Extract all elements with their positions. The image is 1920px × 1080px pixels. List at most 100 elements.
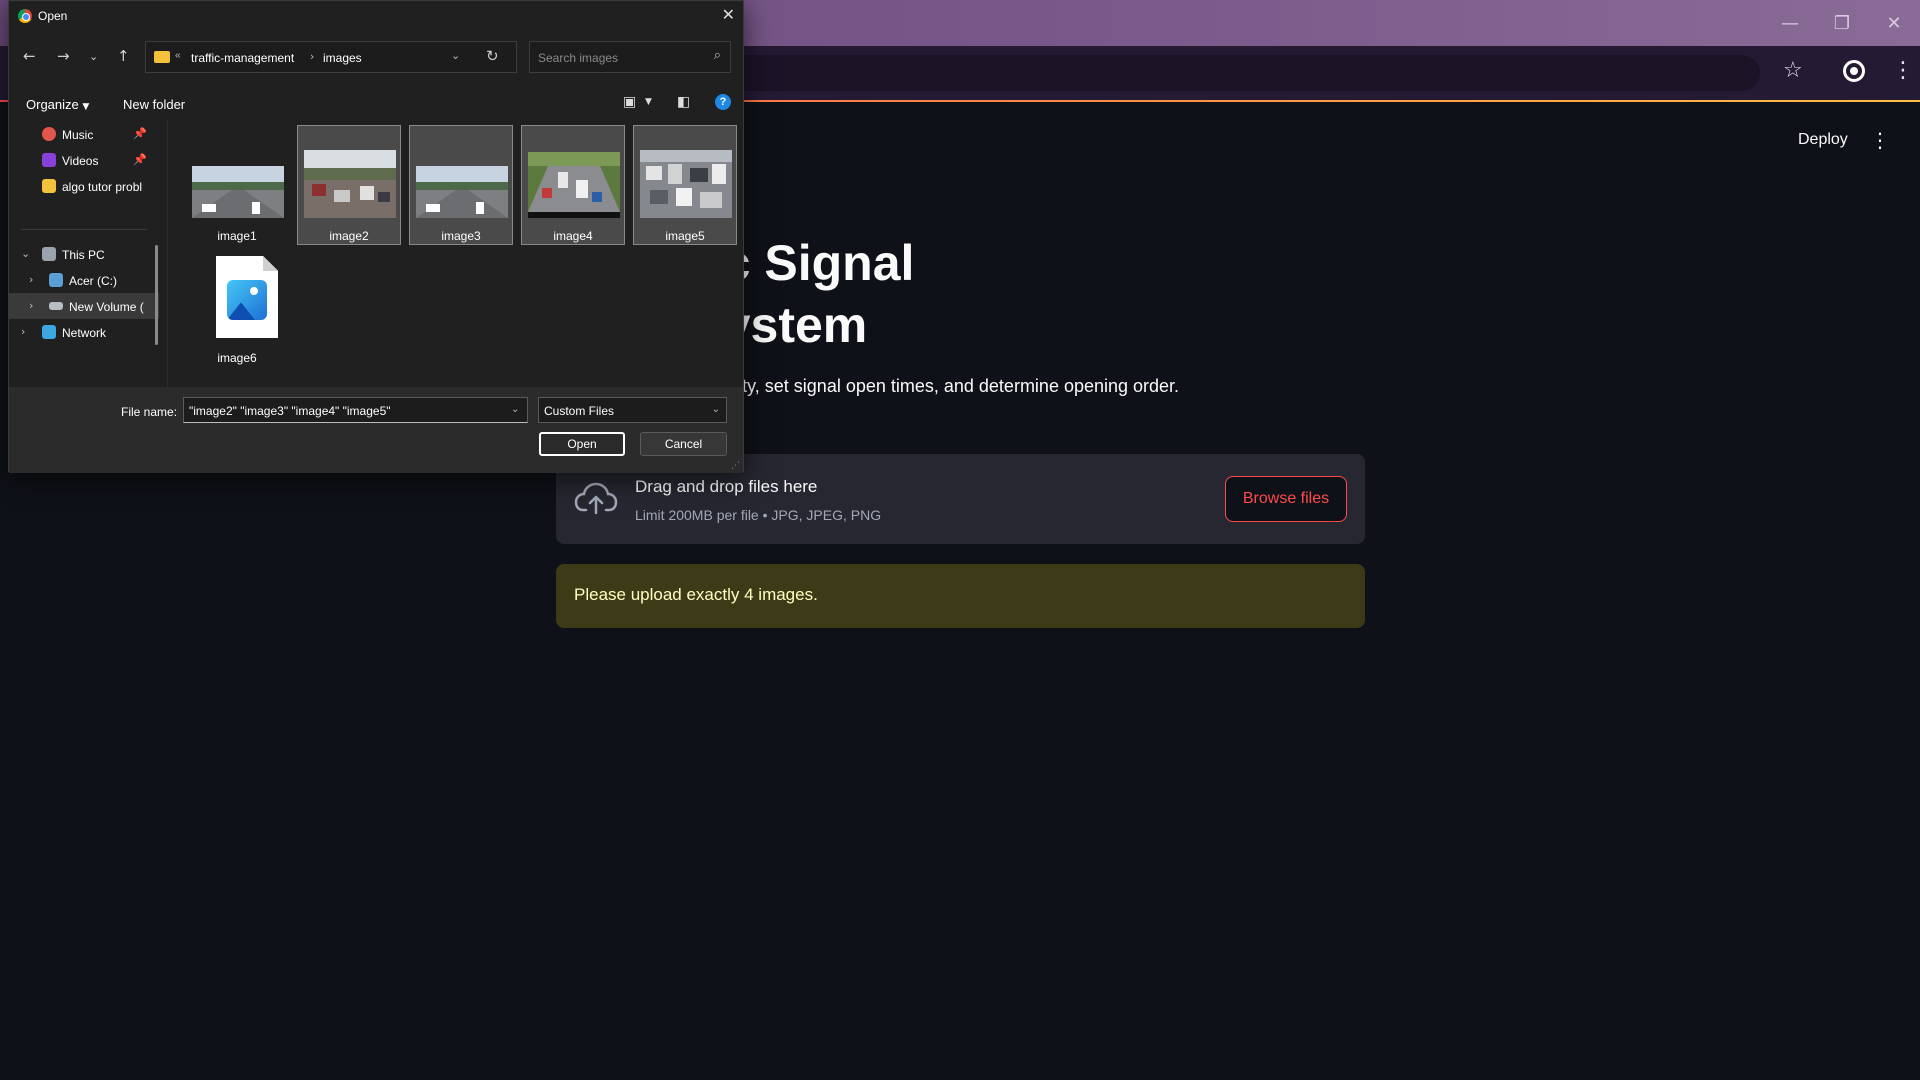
kebab-menu-icon[interactable]: ⋮ [1892,58,1914,83]
videos-icon [42,153,56,167]
file-item-image4[interactable]: image4 [521,125,625,245]
back-arrow-icon[interactable]: ← [23,47,36,65]
extension-icon[interactable] [1843,60,1865,82]
collapsed-chevron-icon[interactable]: › [21,325,25,338]
sidebar-item-label: Videos [62,154,99,168]
folder-icon [154,51,170,63]
sidebar-divider [21,229,147,230]
file-name-label: File name: [121,405,178,419]
sidebar-item-label: New Volume ( [69,300,144,314]
breadcrumb-separator-icon: › [310,50,315,63]
star-icon[interactable]: ☆ [1783,58,1803,83]
up-arrow-icon[interactable]: ↑ [117,47,130,65]
pin-icon[interactable]: 📌 [133,153,147,166]
music-icon [42,127,56,141]
chevron-down-icon: ⌄ [711,404,720,415]
network-icon [42,325,56,339]
file-type-select[interactable]: Custom Files ⌄ [538,397,727,423]
dialog-title-bar: Open ✕ [9,1,743,31]
photo-icon [227,280,267,320]
organize-menu[interactable]: Organize ▼ [26,97,89,112]
image-thumbnail [416,166,508,218]
image-thumbnail [192,166,284,218]
pc-icon [42,247,56,261]
pane-divider [167,119,168,387]
file-item-image3[interactable]: image3 [409,125,513,245]
forward-arrow-icon[interactable]: → [57,47,70,65]
sidebar-item-network[interactable]: › Network [9,319,159,345]
new-folder-button[interactable]: New folder [123,97,185,112]
dropzone-instructions: Drag and drop files here [635,477,818,496]
preview-pane-icon[interactable]: ◧ [677,94,690,110]
browse-files-button[interactable]: Browse files [1225,476,1347,522]
dropzone-limit-text: Limit 200MB per file • JPG, JPEG, PNG [635,507,882,523]
search-input[interactable]: Search images ⌕ [529,41,731,73]
overflow-chevron-icon[interactable]: « [175,50,181,61]
view-mode-icon[interactable]: ▣ [623,94,636,110]
pin-icon[interactable]: 📌 [133,127,147,140]
minimize-button[interactable]: — [1764,0,1816,46]
open-file-dialog: Open ✕ ← → ⌄ ↑ « traffic-management › im… [8,0,744,473]
address-bar[interactable] [700,55,1760,91]
folder-icon [42,179,56,193]
app-menu-icon[interactable]: ⋮ [1870,128,1890,152]
collapsed-chevron-icon[interactable]: › [29,273,33,286]
resize-grip-icon[interactable]: ⋰ [731,461,740,471]
file-name-dropdown-icon[interactable]: ⌄ [511,404,519,415]
search-icon: ⌕ [713,48,721,63]
search-placeholder: Search images [538,51,619,65]
restore-button[interactable]: ❐ [1816,0,1868,46]
file-name-label: image3 [441,229,481,243]
warning-text: Please upload exactly 4 images. [574,585,818,604]
file-item-image2[interactable]: image2 [297,125,401,245]
dialog-nav-bar: ← → ⌄ ↑ « traffic-management › images ⌄ … [9,37,743,77]
sidebar-item-this-pc[interactable]: ⌄ This PC [9,241,159,267]
image-thumbnail [640,150,732,218]
open-button[interactable]: Open [539,432,625,456]
image-thumbnail [528,152,620,218]
sidebar-item-music[interactable]: Music 📌 [9,121,159,147]
sidebar-item-acer-c[interactable]: › Acer (C:) [9,267,159,293]
file-item-image1[interactable]: image1 [185,125,289,245]
view-mode-caret-icon[interactable]: ▼ [645,97,652,107]
address-breadcrumb[interactable]: « traffic-management › images ⌄ ↻ [145,41,517,73]
refresh-icon[interactable]: ↻ [486,47,499,65]
path-dropdown-icon[interactable]: ⌄ [451,49,460,62]
dialog-close-button[interactable]: ✕ [722,5,735,24]
file-list: image1 image2 image3 image4 image5 image… [177,119,737,387]
sidebar-item-videos[interactable]: Videos 📌 [9,147,159,173]
drive-icon [49,302,63,310]
sidebar-item-label: algo tutor probl [62,180,143,194]
image-thumbnail [304,150,396,218]
breadcrumb-traffic-management[interactable]: traffic-management [191,51,294,65]
file-name-label: image2 [329,229,369,243]
page-fold [263,256,278,271]
organize-label: Organize [26,97,79,112]
expanded-chevron-icon[interactable]: ⌄ [21,247,30,260]
recent-locations-chevron-icon[interactable]: ⌄ [89,50,98,63]
sidebar-item-new-volume[interactable]: › New Volume ( [9,293,159,319]
collapsed-chevron-icon[interactable]: › [29,299,33,312]
sidebar-item-label: Network [62,326,107,340]
window-controls: — ❐ ✕ [1764,0,1920,46]
dialog-footer: File name: "image2" "image3" "image4" "i… [9,387,743,473]
caret-down-icon: ▼ [82,102,90,112]
file-name-label: image5 [665,229,705,243]
file-name-label: image4 [553,229,593,243]
navigation-pane: Music 📌 Videos 📌 algo tutor probl ⌄ This… [9,119,167,387]
sidebar-item-algo-tutor[interactable]: algo tutor probl [9,173,159,199]
help-icon[interactable]: ? [715,94,731,110]
file-item-image6[interactable]: image6 [185,247,289,367]
warning-alert: Please upload exactly 4 images. [556,564,1365,628]
window-close-button[interactable]: ✕ [1868,0,1920,46]
chrome-icon [18,9,32,23]
file-name-label: image6 [217,351,257,365]
cancel-button[interactable]: Cancel [640,432,727,456]
file-type-value: Custom Files [544,404,615,418]
file-name-input[interactable]: "image2" "image3" "image4" "image5" [183,397,528,423]
breadcrumb-images[interactable]: images [323,51,362,65]
dialog-toolbar: Organize ▼ New folder ▣ ▼ ◧ ? [9,89,743,117]
file-item-image5[interactable]: image5 [633,125,737,245]
sidebar-scrollbar[interactable] [155,245,158,345]
deploy-button[interactable]: Deploy [1798,131,1848,149]
